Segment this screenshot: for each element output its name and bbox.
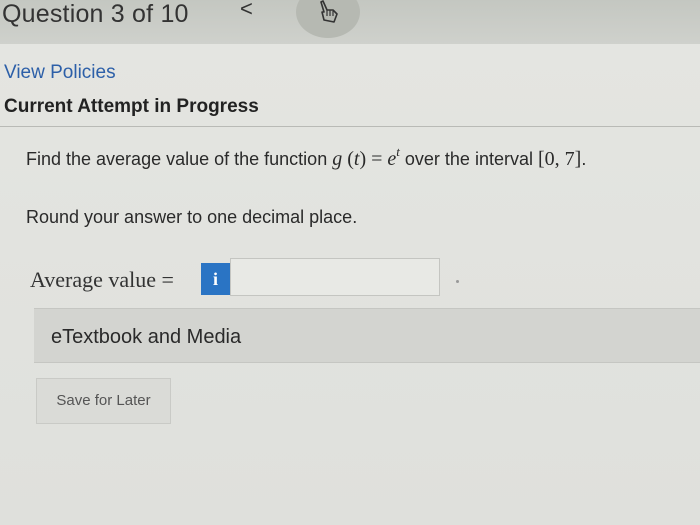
- save-for-later-button[interactable]: Save for Later: [36, 378, 171, 424]
- question-prompt: Find the average value of the function g…: [26, 144, 586, 171]
- previous-question-button[interactable]: <: [240, 0, 262, 22]
- info-button[interactable]: i: [201, 263, 230, 295]
- pointer-hand-icon[interactable]: [315, 0, 341, 26]
- top-bar: Question 3 of 10 <: [0, 0, 700, 44]
- interval: [0, 7]: [537, 148, 582, 170]
- view-policies-link[interactable]: View Policies: [4, 62, 116, 84]
- answer-label: Average value =: [30, 267, 174, 292]
- function-open: (: [342, 148, 354, 170]
- function-equals: ) =: [359, 148, 388, 170]
- function-name: g: [332, 148, 343, 170]
- question-panel: View Policies Current Attempt in Progres…: [0, 44, 700, 525]
- etextbook-media-section[interactable]: eTextbook and Media: [34, 308, 700, 363]
- question-middle: over the interval: [399, 149, 538, 169]
- question-suffix: .: [581, 149, 587, 169]
- rounding-instruction: Round your answer to one decimal place.: [26, 207, 358, 227]
- question-counter: Question 3 of 10: [2, 0, 189, 28]
- divider: [0, 126, 700, 127]
- answer-input[interactable]: [230, 258, 440, 296]
- question-prefix: Find the average value of the function: [26, 149, 333, 169]
- attempt-status-heading: Current Attempt in Progress: [4, 96, 259, 117]
- exponential-base: e: [387, 148, 397, 170]
- input-dot: [456, 280, 459, 283]
- etextbook-media-label: eTextbook and Media: [51, 326, 242, 348]
